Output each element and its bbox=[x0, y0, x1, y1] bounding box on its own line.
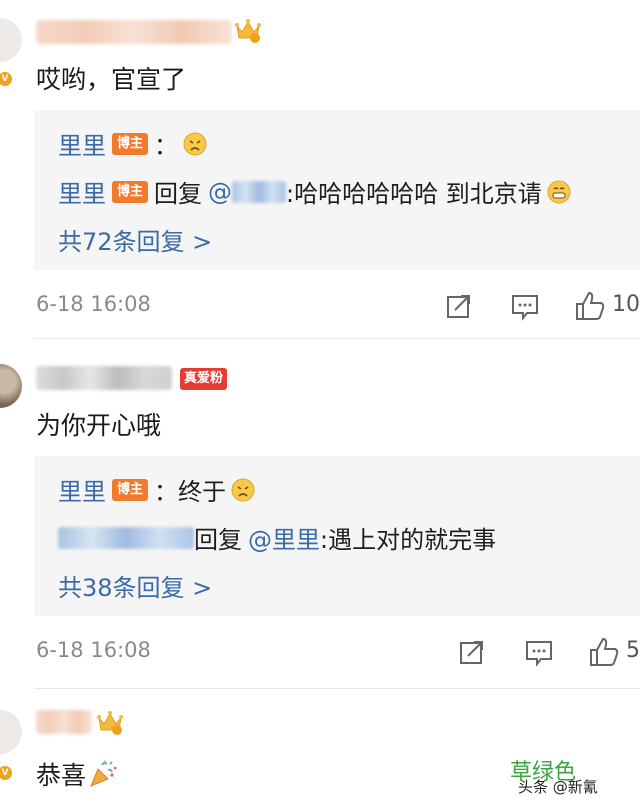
more-replies-link[interactable]: 共38条回复 > bbox=[58, 568, 212, 603]
comment-text: 哎哟，官宣了 bbox=[36, 65, 187, 94]
divider bbox=[34, 688, 640, 689]
share-icon[interactable] bbox=[458, 638, 486, 666]
reply-preview-box[interactable]: 里里 博主 ：终于 回复 @里里 :遇上对的就完事 共38条回复 > bbox=[34, 456, 640, 616]
reply-line: 里里 博主 ：终于 bbox=[58, 472, 256, 507]
reply-line: 里里 博主 回复 @ :哈哈哈哈哈哈 到北京请 bbox=[58, 174, 572, 209]
host-badge: 博主 bbox=[112, 478, 148, 501]
like-icon[interactable] bbox=[588, 636, 620, 668]
reply-line: 里里 博主 ： bbox=[58, 126, 208, 161]
mention-user[interactable]: @里里 bbox=[248, 520, 320, 555]
party-popper-icon bbox=[90, 760, 117, 787]
watermark-source: 头条 @新氰 bbox=[518, 778, 598, 796]
grin-face-icon bbox=[547, 180, 571, 203]
crown-level-icon bbox=[97, 711, 123, 735]
sad-face-icon bbox=[183, 132, 207, 155]
like-icon[interactable] bbox=[574, 290, 606, 322]
reply-word: 回复 bbox=[194, 526, 242, 554]
timestamp: 6-18 16:08 bbox=[36, 292, 151, 316]
comment-1: V 哎哟，官宣了 里里 博主 ： 里里 博主 回复 @ :哈哈哈哈哈哈 到北京请 bbox=[0, 0, 640, 338]
avatar[interactable] bbox=[0, 710, 22, 754]
comment-icon[interactable] bbox=[510, 292, 540, 322]
avatar[interactable] bbox=[0, 364, 22, 408]
verified-badge-icon: V bbox=[0, 764, 14, 782]
like-count: 5 bbox=[626, 638, 640, 663]
reply-preview-box[interactable]: 里里 博主 ： 里里 博主 回复 @ :哈哈哈哈哈哈 到北京请 共72条回复 > bbox=[34, 110, 640, 270]
crown-level-icon bbox=[235, 19, 261, 43]
reply-line: 回复 @里里 :遇上对的就完事 bbox=[58, 520, 496, 555]
sad-face-icon bbox=[231, 478, 255, 501]
comment-text: 恭喜 bbox=[36, 756, 118, 792]
host-badge: 博主 bbox=[112, 132, 148, 155]
username-blurred[interactable] bbox=[36, 20, 232, 44]
comment-meta: 6-18 16:08 10 bbox=[0, 290, 640, 324]
username-blurred[interactable] bbox=[36, 366, 172, 390]
verified-badge-icon: V bbox=[0, 70, 14, 88]
reply-username[interactable]: 里里 bbox=[58, 472, 106, 507]
mention-username-blurred[interactable] bbox=[232, 180, 286, 203]
reply-separator: ： bbox=[154, 132, 178, 160]
avatar[interactable] bbox=[0, 18, 22, 62]
comment-icon[interactable] bbox=[524, 638, 554, 668]
like-count: 10 bbox=[612, 292, 640, 317]
reply-content: ：终于 bbox=[154, 478, 226, 506]
reply-username[interactable]: 里里 bbox=[58, 174, 106, 209]
host-badge: 博主 bbox=[112, 180, 148, 203]
comment-text: 为你开心哦 bbox=[36, 411, 162, 440]
mention-at[interactable]: @ bbox=[208, 178, 232, 206]
share-icon[interactable] bbox=[445, 292, 473, 320]
reply-content: :哈哈哈哈哈哈 到北京请 bbox=[286, 180, 542, 208]
comment-2: 真爱粉 为你开心哦 里里 博主 ：终于 回复 @里里 :遇上对的就完事 共38条… bbox=[0, 340, 640, 686]
comment-meta: 6-18 16:08 5 bbox=[0, 636, 640, 670]
reply-word: 回复 bbox=[154, 180, 202, 208]
comment-text-value: 恭喜 bbox=[36, 761, 87, 790]
more-replies-link[interactable]: 共72条回复 > bbox=[58, 222, 212, 257]
reply-content: :遇上对的就完事 bbox=[320, 526, 497, 554]
watermark: 草绿色 头条 @新氰 bbox=[500, 760, 630, 802]
reply-username-blurred[interactable] bbox=[58, 526, 194, 549]
timestamp: 6-18 16:08 bbox=[36, 638, 151, 662]
divider bbox=[34, 338, 640, 339]
reply-username[interactable]: 里里 bbox=[58, 126, 106, 161]
username-blurred[interactable] bbox=[36, 710, 92, 734]
true-fan-badge: 真爱粉 bbox=[180, 368, 228, 390]
